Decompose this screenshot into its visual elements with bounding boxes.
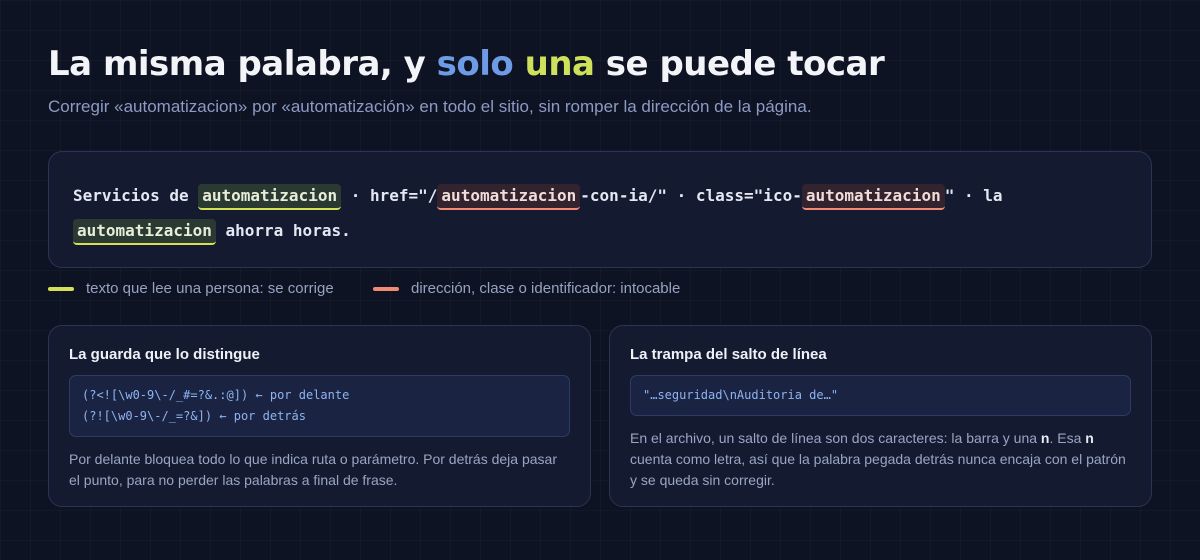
code-token-text: automatizacion [198, 184, 342, 210]
code-sample-box: Servicios de automatizacion · href="/aut… [48, 151, 1152, 268]
text-segment: cuenta como letra, así que la palabra pe… [630, 451, 1126, 488]
code-text-segment: " · la [944, 186, 1003, 205]
card-title: La guarda que lo distingue [69, 346, 260, 363]
newline-code-block: "…seguridad\nAuditoria de…" [630, 375, 1131, 416]
text-segment: . Esa [1049, 430, 1086, 446]
regex-code-block: (?<![\w0-9\-/_#=?&.:@]) ← por delante (?!… [69, 375, 570, 437]
code-text-segment: ahorra horas. [215, 221, 351, 240]
card-newline-trap: La trampa del salto de línea "…seguridad… [609, 325, 1152, 507]
code-token-url: automatizacion [437, 184, 581, 210]
text-segment: En el archivo, un salto de línea son dos… [630, 430, 1041, 446]
code-text-segment: -con-ia/" · class="ico- [580, 186, 802, 205]
card-description: En el archivo, un salto de línea son dos… [630, 428, 1131, 491]
legend-swatch-red [373, 286, 399, 291]
card-guard: La guarda que lo distingue (?<![\w0-9\-/… [48, 325, 591, 507]
page-subtitle: Corregir «automatizacion» por «automatiz… [48, 97, 812, 116]
title-text-end: se puede tocar [594, 44, 885, 84]
code-text-segment: · href="/ [341, 186, 438, 205]
bold-letter-n: n [1085, 430, 1094, 446]
title-highlight-una: una [524, 44, 595, 84]
code-token-class: automatizacion [801, 184, 945, 210]
page-title: La misma palabra, y solo una se puede to… [48, 44, 885, 84]
title-highlight-solo: solo [436, 44, 514, 84]
legend-label-url: dirección, clase o identificador: intoca… [411, 280, 681, 297]
regex-lookbehind-line: (?<![\w0-9\-/_#=?&.:@]) ← por delante [82, 388, 350, 402]
title-space [513, 44, 524, 84]
card-title: La trampa del salto de línea [630, 346, 827, 363]
legend-swatch-green [48, 286, 74, 291]
legend-item-text: texto que lee una persona: se corrige [48, 280, 334, 297]
legend-label-text: texto que lee una persona: se corrige [86, 280, 334, 297]
newline-example-line: "…seguridad\nAuditoria de…" [643, 388, 839, 402]
regex-lookahead-line: (?![\w0-9\-/_=?&]) ← por detrás [82, 409, 306, 423]
code-token-text: automatizacion [73, 219, 216, 245]
card-description: Por delante bloquea todo lo que indica r… [69, 451, 557, 488]
code-text-segment: Servicios de [73, 186, 199, 205]
legend-item-url: dirección, clase o identificador: intoca… [373, 280, 680, 297]
title-text-start: La misma palabra, y [48, 44, 437, 84]
